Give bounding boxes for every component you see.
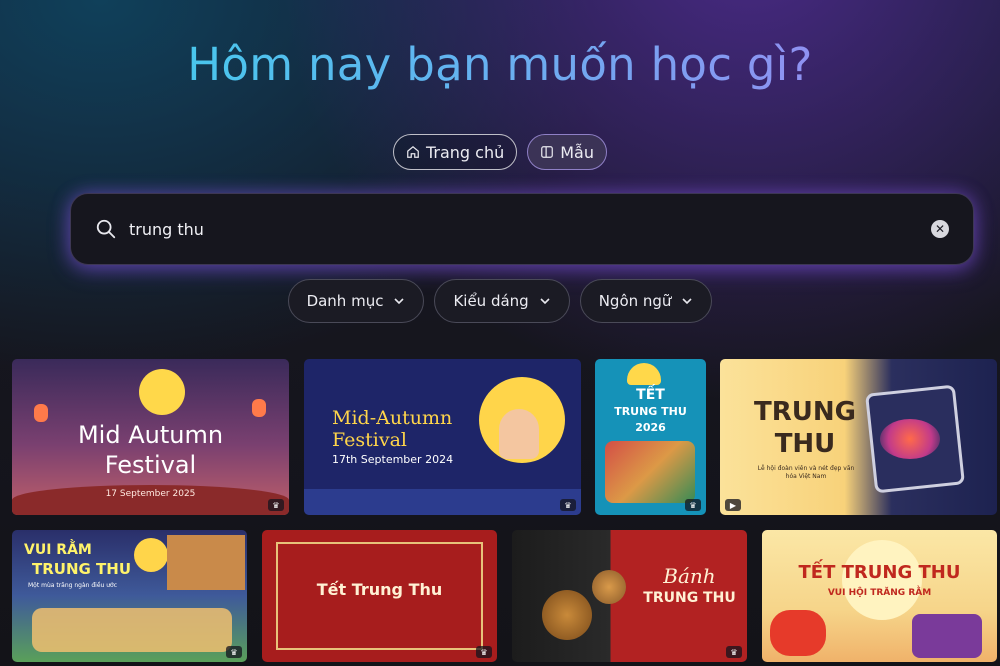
card-year: 2026 xyxy=(635,421,666,434)
template-card[interactable]: VUI RẰM TRUNG THU Một mùa trăng ngàn điề… xyxy=(12,530,247,662)
family-illustration xyxy=(32,608,232,652)
chevron-down-icon xyxy=(540,298,550,305)
card-title-line2: Festival xyxy=(332,429,407,451)
card-date: 17 September 2025 xyxy=(105,489,196,499)
card-title: Tết Trung Thu xyxy=(316,580,443,599)
home-tab-label: Trang chủ xyxy=(425,142,505,162)
template-card[interactable]: Mid-Autumn Festival 17th September 2024 … xyxy=(304,359,581,515)
card-date: 17th September 2024 xyxy=(332,453,454,466)
lantern-illustration xyxy=(252,399,266,417)
template-icon xyxy=(541,146,554,158)
card-subtitle: Lễ hội đoàn viên và nét đẹp văn hóa Việt… xyxy=(757,465,855,480)
card-title: VUI RẰM xyxy=(24,542,92,558)
card-subtitle: Một mùa trăng ngàn điều ước xyxy=(28,582,118,589)
page-title: Hôm nay bạn muốn học gì? xyxy=(0,38,1000,91)
lion-dance-illustration xyxy=(770,610,826,656)
premium-icon: ♛ xyxy=(685,499,701,511)
style-dropdown[interactable]: Kiểu dáng xyxy=(434,279,570,323)
card-title-line2: TRUNG THU xyxy=(614,405,687,418)
language-dropdown-label: Ngôn ngữ xyxy=(598,292,672,310)
template-card[interactable]: Mid Autumn Festival 17 September 2025 ♛ xyxy=(12,359,289,515)
card-title-line2: TRUNG THU xyxy=(32,560,132,578)
girl-illustration xyxy=(499,409,539,459)
card-title-line2: THU xyxy=(774,429,836,459)
card-title: Bánh xyxy=(663,564,716,588)
style-dropdown-label: Kiểu dáng xyxy=(453,292,529,310)
clear-search-button[interactable]: ✕ xyxy=(931,220,949,238)
search-icon xyxy=(96,219,116,239)
sun-illustration xyxy=(627,363,661,385)
template-tab-label: Mẫu xyxy=(560,142,594,162)
card-title: TRUNG xyxy=(754,397,856,427)
search-bar: ✕ xyxy=(70,193,974,265)
house-illustration xyxy=(167,535,245,590)
mooncake-illustration xyxy=(592,570,626,604)
category-dropdown-label: Danh mục xyxy=(306,292,384,310)
moon-illustration xyxy=(139,369,185,415)
premium-icon: ♛ xyxy=(726,646,742,658)
premium-icon: ♛ xyxy=(226,646,242,658)
card-title: TẾT TRUNG THU xyxy=(798,562,961,583)
chevron-down-icon xyxy=(682,298,693,305)
home-tab-button[interactable]: Trang chủ xyxy=(392,134,518,170)
card-title-line2: TRUNG THU xyxy=(643,590,736,606)
card-subtitle: VUI HỘI TRĂNG RẰM xyxy=(827,588,932,598)
video-icon: ▶ xyxy=(725,499,741,511)
premium-icon: ♛ xyxy=(476,646,492,658)
kids-illustration xyxy=(605,441,695,503)
premium-icon: ♛ xyxy=(560,499,576,511)
template-card[interactable]: Tết Trung Thu ♛ xyxy=(262,530,497,662)
fish-lantern-illustration xyxy=(880,419,940,459)
home-icon xyxy=(407,145,419,158)
template-card[interactable]: TẾT TRUNG THU 2026 ♛ xyxy=(595,359,706,515)
premium-icon: ♛ xyxy=(268,499,284,511)
star-lantern-illustration xyxy=(912,614,982,658)
clouds-illustration xyxy=(304,489,581,515)
lantern-illustration xyxy=(34,404,48,422)
template-tab-button[interactable]: Mẫu xyxy=(527,134,607,170)
template-card[interactable]: TẾT TRUNG THU VUI HỘI TRĂNG RẰM xyxy=(762,530,997,662)
close-icon: ✕ xyxy=(934,222,946,236)
card-title: Mid Autumn xyxy=(77,421,224,449)
chevron-down-icon xyxy=(394,298,405,305)
template-card[interactable]: Bánh TRUNG THU ♛ xyxy=(512,530,747,662)
category-dropdown[interactable]: Danh mục xyxy=(287,279,425,323)
card-title: Mid-Autumn xyxy=(332,407,453,429)
filter-bar: Danh mục Kiểu dáng Ngôn ngữ xyxy=(0,279,1000,323)
moon-illustration xyxy=(134,538,168,572)
mooncake-illustration xyxy=(542,590,592,640)
search-input[interactable] xyxy=(129,219,931,239)
card-title-line2: Festival xyxy=(104,451,197,479)
mode-switcher: Trang chủ Mẫu xyxy=(0,134,1000,170)
card-title: TẾT xyxy=(636,387,665,403)
template-card[interactable]: TRUNG THU Lễ hội đoàn viên và nét đẹp vă… xyxy=(720,359,997,515)
language-dropdown[interactable]: Ngôn ngữ xyxy=(579,279,713,323)
